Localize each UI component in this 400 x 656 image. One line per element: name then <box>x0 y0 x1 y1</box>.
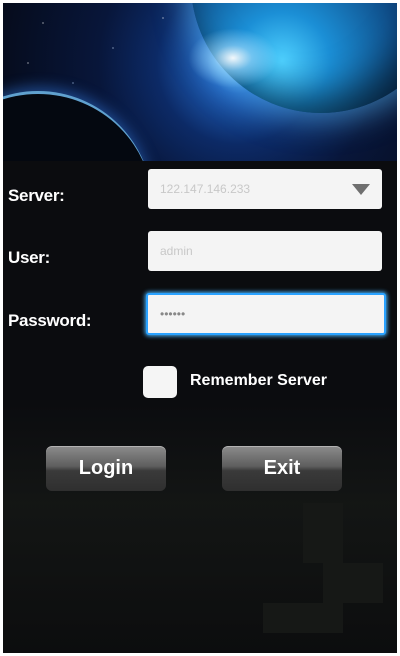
login-button[interactable]: Login <box>46 446 166 491</box>
server-value: 122.147.146.233 <box>160 182 251 196</box>
exit-button[interactable]: Exit <box>222 446 342 491</box>
password-value: •••••• <box>160 307 186 321</box>
background-shape <box>323 563 383 603</box>
password-label: Password: <box>8 311 92 330</box>
remember-server-label[interactable]: Remember Server <box>190 372 327 390</box>
remember-server-checkbox[interactable] <box>143 366 177 398</box>
user-value: admin <box>160 244 193 258</box>
user-field[interactable]: admin <box>148 231 382 271</box>
header-banner-image <box>3 3 397 161</box>
chevron-down-icon[interactable] <box>352 184 370 195</box>
password-field[interactable]: •••••• <box>146 293 386 335</box>
server-label: Server: <box>8 186 65 205</box>
background-shape <box>303 503 343 563</box>
user-label: User: <box>8 248 50 267</box>
server-select[interactable]: 122.147.146.233 <box>148 169 382 209</box>
app-screen: Server: 122.147.146.233 User: admin Pass… <box>3 3 397 653</box>
light-flare <box>188 28 278 88</box>
background-shape <box>263 603 343 633</box>
